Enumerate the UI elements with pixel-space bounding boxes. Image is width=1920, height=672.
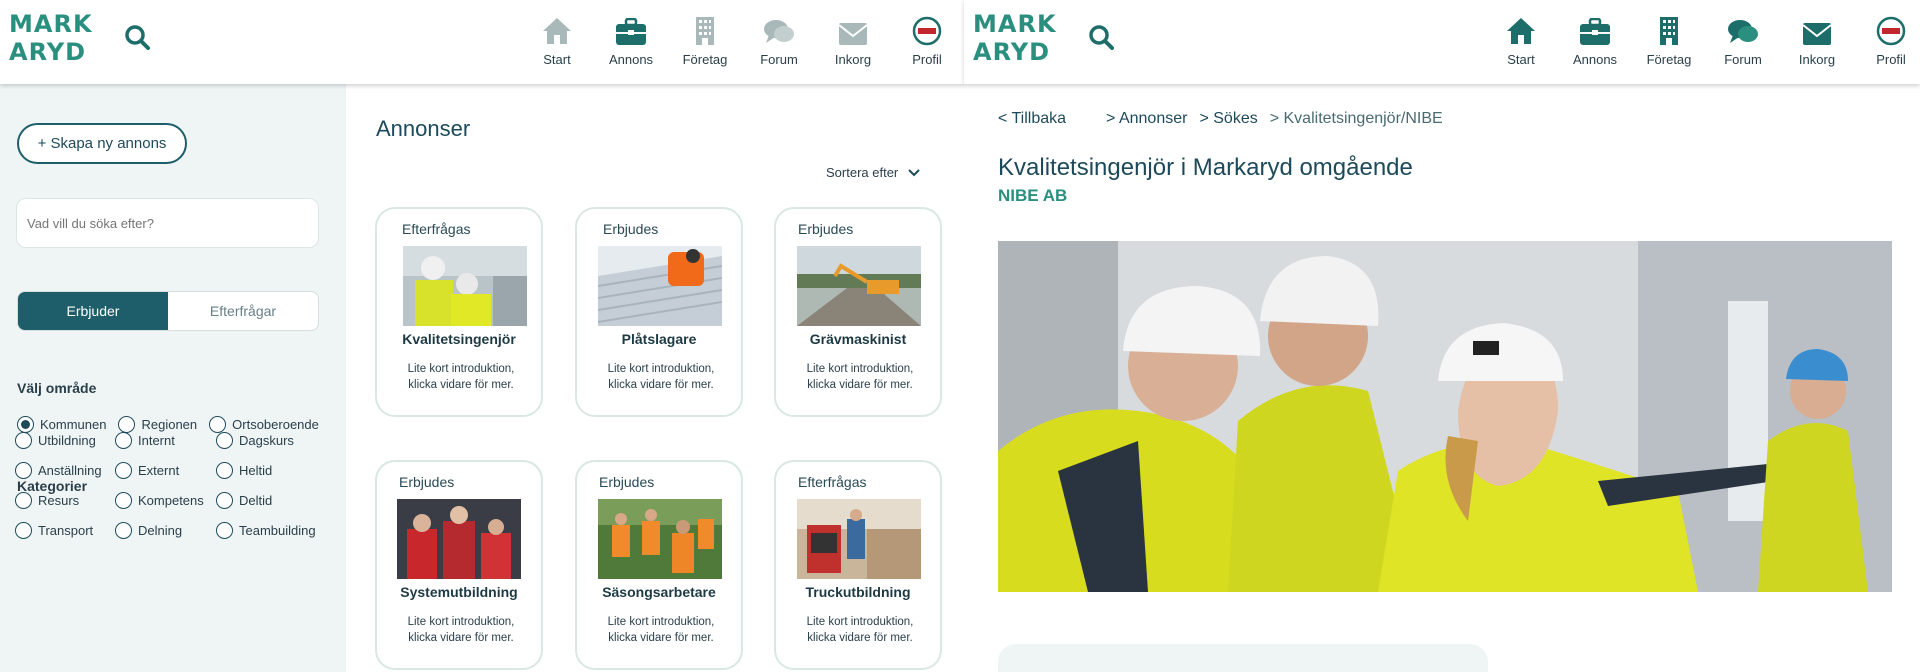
nav-profil[interactable]: Profil [1854, 12, 1920, 67]
nav-forum[interactable]: Forum [1706, 12, 1780, 67]
offer-toggle: Erbjuder Efterfrågar [17, 291, 319, 331]
page: MARK ARYD Start Annons Företag Forum Ink… [0, 0, 1920, 672]
mail-icon [1802, 23, 1832, 45]
ad-card-image [797, 499, 921, 579]
category-kompetens[interactable]: Kompetens [115, 492, 216, 509]
breadcrumb-sokes[interactable]: > Sökes [1199, 110, 1257, 128]
briefcase-icon [616, 18, 646, 45]
category-internt[interactable]: Internt [115, 432, 216, 449]
category-radio[interactable] [115, 522, 132, 539]
search-input[interactable] [16, 198, 319, 248]
ad-card-image [403, 246, 527, 326]
category-radio[interactable] [115, 432, 132, 449]
ad-card[interactable]: Erbjudes Säsongsarbetare Lite kort intro… [575, 460, 743, 670]
building-icon [1660, 17, 1678, 45]
home-icon [543, 18, 571, 44]
search-icon[interactable] [1084, 20, 1118, 54]
logo[interactable]: MARK ARYD [973, 10, 1057, 66]
ad-card-image [598, 499, 722, 579]
ad-card[interactable]: Erbjudes Systemutbildning Lite kort intr… [375, 460, 543, 670]
ad-card[interactable]: Efterfrågas Truckutbildning Lite kort in… [774, 460, 942, 670]
category-teambuilding[interactable]: Teambuilding [216, 522, 326, 539]
category-radio[interactable] [216, 492, 233, 509]
category-grid: Utbildning Internt Dagskurs Anställning … [15, 432, 326, 539]
logo[interactable]: MARK ARYD [9, 10, 93, 66]
search-icon[interactable] [120, 20, 154, 54]
breadcrumb-annonser[interactable]: > Annonser [1106, 110, 1187, 128]
back-link[interactable]: < Tillbaka [998, 110, 1066, 128]
category-radio[interactable] [216, 432, 233, 449]
nav-profil[interactable]: Profil [890, 12, 964, 67]
breadcrumb-current: > Kvalitetsingenjör/NIBE [1269, 110, 1443, 127]
filter-sidebar: + Skapa ny annons Erbjuder Efterfrågar V… [0, 84, 346, 672]
nav-forum[interactable]: Forum [742, 12, 816, 67]
nav-foretag[interactable]: Företag [1632, 12, 1706, 67]
ad-listing: Annonser Sortera efter Efterfrågas Kvali… [346, 84, 964, 672]
category-heltid[interactable]: Heltid [216, 462, 326, 479]
nav-annons[interactable]: Annons [594, 12, 668, 67]
area-options: Kommunen Regionen Ortsoberoende [17, 416, 331, 433]
chevron-down-icon [908, 168, 920, 176]
avatar [912, 16, 942, 46]
category-delning[interactable]: Delning [115, 522, 216, 539]
nav-start[interactable]: Start [520, 12, 594, 67]
nav-foretag[interactable]: Företag [668, 12, 742, 67]
company-name[interactable]: NIBE AB [998, 186, 1067, 206]
sort-dropdown[interactable]: Sortera efter [826, 165, 920, 180]
chat-icon [764, 20, 794, 43]
category-utbildning[interactable]: Utbildning [15, 432, 115, 449]
top-bar-left: MARK ARYD Start Annons Företag Forum Ink… [0, 0, 964, 84]
category-transport[interactable]: Transport [15, 522, 115, 539]
area-radio-ortsoberoende[interactable] [209, 416, 227, 433]
category-deltid[interactable]: Deltid [216, 492, 326, 509]
create-ad-button[interactable]: + Skapa ny annons [17, 123, 187, 164]
nav-inkorg[interactable]: Inkorg [816, 12, 890, 67]
ad-card[interactable]: Erbjudes Grävmaskinist Lite kort introdu… [774, 207, 942, 417]
ad-card-image [598, 246, 722, 326]
ad-card[interactable]: Efterfrågas Kvalitetsingenjör Lite kort … [375, 207, 543, 417]
category-radio[interactable] [115, 492, 132, 509]
ad-card-image [797, 246, 921, 326]
listing-title: Annonser [376, 116, 471, 141]
main-nav: Start Annons Företag Forum Inkorg Profil [520, 12, 964, 67]
building-icon [696, 17, 714, 45]
nav-start[interactable]: Start [1484, 12, 1558, 67]
ad-hero-image [998, 241, 1892, 592]
category-radio[interactable] [15, 522, 32, 539]
top-bar-right: MARK ARYD Start Annons Företag Forum Ink… [964, 0, 1920, 84]
category-anstallning[interactable]: Anställning [15, 462, 115, 479]
home-icon [1507, 18, 1535, 44]
category-radio[interactable] [15, 492, 32, 509]
category-resurs[interactable]: Resurs [15, 492, 115, 509]
detail-info-panel [998, 644, 1488, 672]
area-radio-kommunen[interactable] [17, 416, 34, 433]
ad-detail: < Tillbaka > Annonser > Sökes > Kvalitet… [964, 84, 1920, 672]
ad-title: Kvalitetsingenjör i Markaryd omgående [998, 154, 1413, 181]
category-radio[interactable] [115, 462, 132, 479]
nav-annons[interactable]: Annons [1558, 12, 1632, 67]
area-radio-regionen[interactable] [118, 416, 136, 433]
category-radio[interactable] [15, 462, 32, 479]
toggle-erbjuder[interactable]: Erbjuder [18, 292, 168, 330]
category-radio[interactable] [15, 432, 32, 449]
category-externt[interactable]: Externt [115, 462, 216, 479]
ad-card[interactable]: Erbjudes Plåtslagare Lite kort introdukt… [575, 207, 743, 417]
area-title: Välj område [17, 380, 97, 396]
toggle-efterfragar[interactable]: Efterfrågar [168, 292, 318, 330]
mail-icon [838, 23, 868, 45]
nav-inkorg[interactable]: Inkorg [1780, 12, 1854, 67]
main-nav: Start Annons Företag Forum Inkorg Profil [1484, 12, 1920, 67]
avatar [1876, 16, 1906, 46]
category-radio[interactable] [216, 462, 233, 479]
briefcase-icon [1580, 18, 1610, 45]
category-radio[interactable] [216, 522, 233, 539]
category-dagskurs[interactable]: Dagskurs [216, 432, 326, 449]
breadcrumb: < Tillbaka > Annonser > Sökes > Kvalitet… [998, 110, 1443, 128]
ad-card-image [397, 499, 521, 579]
chat-icon [1728, 20, 1758, 43]
